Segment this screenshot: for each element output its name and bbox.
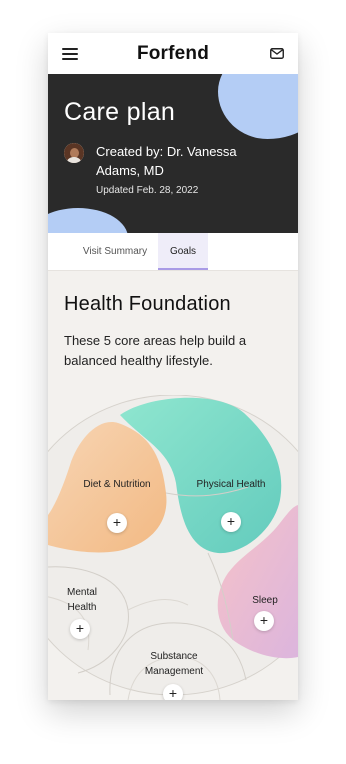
decorative-blob [48,208,128,233]
created-by-text: Created by: Dr. Vanessa Adams, MD [96,144,237,178]
section-title: Health Foundation [64,293,231,315]
area-label-sleep: Sleep [252,595,278,606]
brand-logo: Forfend [136,43,210,64]
tab-bar: Visit Summary Goals [48,233,298,271]
mail-icon[interactable] [270,48,284,59]
area-label-substance-management: Substance Management [144,651,204,677]
area-label-mental-health: Mental Health [66,587,97,613]
care-plan-header: Care plan Created by: Dr. Vanessa Adams,… [48,74,298,233]
tab-visit-summary[interactable]: Visit Summary [62,233,168,270]
decorative-blob [218,74,298,139]
section-description: These 5 core areas help build a balanced… [64,333,247,368]
add-mental-health-button[interactable]: + [70,619,90,639]
health-areas-diagram: Diet & Nutrition + Physical Health + Men… [48,395,298,700]
add-substance-management-button[interactable]: + [163,684,183,700]
updated-date: Updated Feb. 28, 2022 [96,185,199,196]
area-label-physical-health: Physical Health [196,479,266,490]
add-diet-nutrition-button[interactable]: + [107,513,127,533]
page-title: Care plan [64,98,176,126]
add-physical-health-button[interactable]: + [221,512,241,532]
top-bar: Forfend [48,33,298,74]
add-sleep-button[interactable]: + [254,611,274,631]
phone-screen: Forfend Care plan Created by: Dr. Vaness… [48,33,298,700]
doctor-avatar [64,143,84,163]
area-label-diet-nutrition: Diet & Nutrition [83,479,151,490]
tab-goals[interactable]: Goals [158,233,208,270]
